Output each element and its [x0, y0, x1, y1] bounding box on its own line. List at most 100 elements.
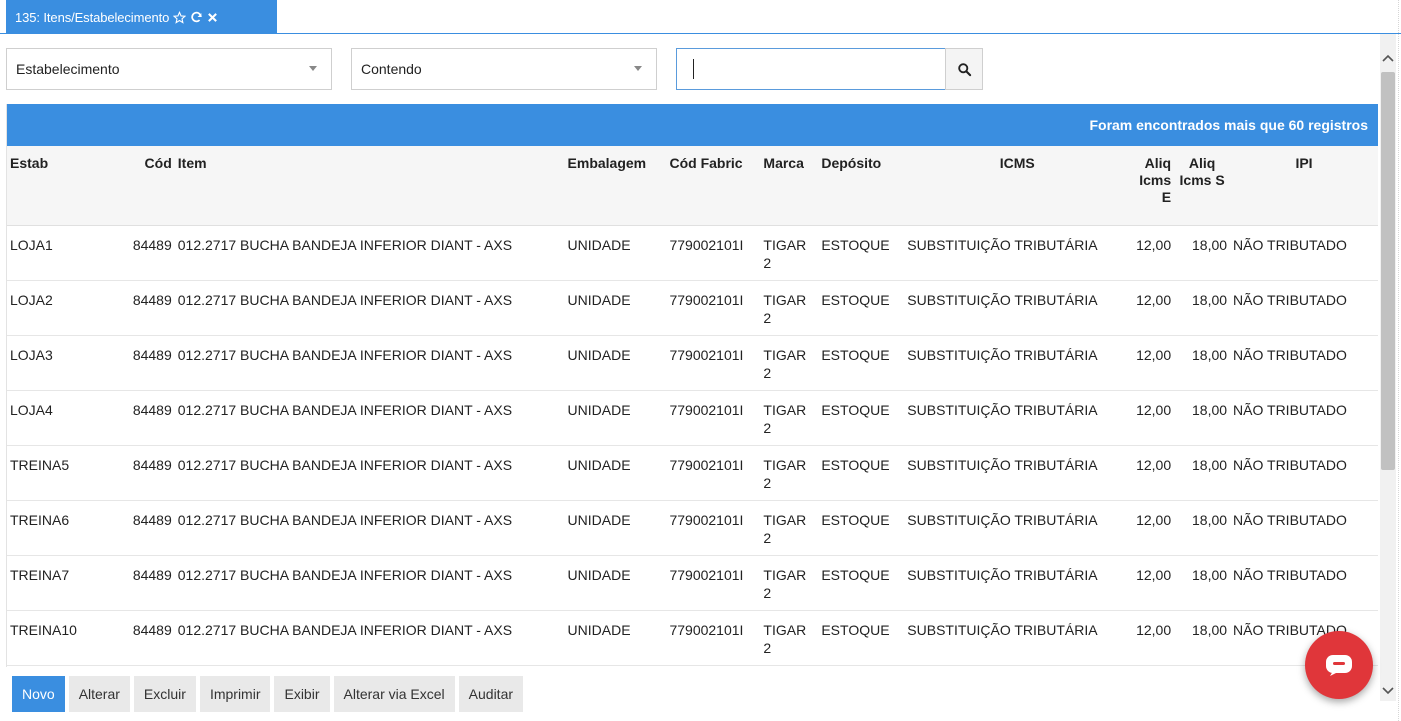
cell-deposito: ESTOQUE	[818, 610, 905, 666]
action-toolbar: Novo Alterar Excluir Imprimir Exibir Alt…	[12, 676, 524, 712]
excluir-button[interactable]: Excluir	[133, 676, 196, 712]
novo-button[interactable]: Novo	[12, 676, 65, 712]
cell-ipi: NÃO TRIBUTADO	[1230, 445, 1378, 501]
col-header-embalagem[interactable]: Embalagem	[564, 146, 667, 226]
cell-aliq-e: 12,00	[1130, 500, 1175, 556]
cell-marca: TIGAR 2	[760, 555, 819, 611]
col-header-aliq-e[interactable]: Aliq Icms E	[1130, 146, 1175, 226]
refresh-icon[interactable]	[190, 11, 203, 24]
cell-icms: SUBSTITUIÇÃO TRIBUTÁRIA	[904, 555, 1131, 611]
alterar-button[interactable]: Alterar	[68, 676, 130, 712]
cell-cod-fabric: 779002101I	[666, 445, 761, 501]
cell-aliq-s: 18,00	[1174, 280, 1231, 336]
cell-cod: 84489	[116, 500, 175, 556]
scrollbar-thumb[interactable]	[1381, 72, 1395, 470]
cell-aliq-e: 12,00	[1130, 390, 1175, 446]
col-header-ipi[interactable]: IPI	[1230, 146, 1378, 226]
cell-item: 012.2717 BUCHA BANDEJA INFERIOR DIANT - …	[174, 225, 565, 281]
text-cursor	[693, 59, 694, 79]
tab-strip: 135: Itens/Estabelecimento	[0, 0, 1401, 34]
table-row[interactable]: LOJA2 84489 012.2717 BUCHA BANDEJA INFERIO…	[7, 280, 1378, 336]
cell-icms: SUBSTITUIÇÃO TRIBUTÁRIA	[904, 445, 1131, 501]
table-row[interactable]: TREINA7 84489 012.2717 BUCHA BANDEJA INFER…	[7, 555, 1378, 611]
cell-deposito: ESTOQUE	[818, 555, 905, 611]
vertical-scrollbar[interactable]	[1380, 34, 1396, 701]
table-row[interactable]: TREINA5 84489 012.2717 BUCHA BANDEJA INFER…	[7, 445, 1378, 501]
cell-icms: SUBSTITUIÇÃO TRIBUTÁRIA	[904, 390, 1131, 446]
cell-ipi: NÃO TRIBUTADO	[1230, 555, 1378, 611]
cell-embalagem: UNIDADE	[564, 445, 667, 501]
cell-marca: TIGAR 2	[760, 445, 819, 501]
cell-item: 012.2717 BUCHA BANDEJA INFERIOR DIANT - …	[174, 500, 565, 556]
cell-estab: LOJA2	[7, 280, 117, 336]
cell-estab: TREINA6	[7, 500, 117, 556]
cell-deposito: ESTOQUE	[818, 280, 905, 336]
cell-cod: 84489	[116, 225, 175, 281]
col-header-cod[interactable]: Cód	[116, 146, 175, 226]
cell-cod: 84489	[116, 335, 175, 391]
cell-aliq-s: 18,00	[1174, 225, 1231, 281]
cell-ipi: NÃO TRIBUTADO	[1230, 225, 1378, 281]
col-header-cod-fabric[interactable]: Cód Fabric	[666, 146, 761, 226]
cell-embalagem: UNIDADE	[564, 280, 667, 336]
cell-deposito: ESTOQUE	[818, 225, 905, 281]
col-header-item[interactable]: Item	[174, 146, 565, 226]
cell-marca: TIGAR 2	[760, 225, 819, 281]
chat-button[interactable]	[1305, 631, 1373, 699]
exibir-button[interactable]: Exibir	[274, 676, 330, 712]
table-row[interactable]: TREINA10 84489 012.2717 BUCHA BANDEJA INFE…	[7, 610, 1378, 666]
close-icon[interactable]	[207, 12, 218, 23]
table-row[interactable]: LOJA1 84489 012.2717 BUCHA BANDEJA INFERIO…	[7, 225, 1378, 281]
cell-item: 012.2717 BUCHA BANDEJA INFERIOR DIANT - …	[174, 445, 565, 501]
cell-marca: TIGAR 2	[760, 610, 819, 666]
col-header-marca[interactable]: Marca	[760, 146, 819, 226]
cell-aliq-e: 12,00	[1130, 445, 1175, 501]
cell-cod-fabric: 779002101I	[666, 335, 761, 391]
chevron-down-icon[interactable]	[1380, 681, 1396, 701]
cell-icms: SUBSTITUIÇÃO TRIBUTÁRIA	[904, 335, 1131, 391]
cell-marca: TIGAR 2	[760, 500, 819, 556]
table-row[interactable]: LOJA3 84489 012.2717 BUCHA BANDEJA INFERIO…	[7, 335, 1378, 391]
col-header-estab[interactable]: Estab	[7, 146, 117, 226]
cell-deposito: ESTOQUE	[818, 335, 905, 391]
imprimir-button[interactable]: Imprimir	[199, 676, 271, 712]
field-select-value: Estabelecimento	[16, 61, 120, 77]
chevron-up-icon[interactable]	[1380, 48, 1396, 68]
cell-cod: 84489	[116, 280, 175, 336]
search-button[interactable]	[945, 48, 983, 90]
tab-itens-estabelecimento[interactable]: 135: Itens/Estabelecimento	[6, 0, 277, 34]
cell-aliq-s: 18,00	[1174, 390, 1231, 446]
operator-select[interactable]: Contendo	[351, 48, 657, 90]
search-icon	[957, 62, 971, 76]
cell-ipi: NÃO TRIBUTADO	[1230, 335, 1378, 391]
cell-cod: 84489	[116, 610, 175, 666]
col-header-aliq-s[interactable]: Aliq Icms S	[1174, 146, 1231, 226]
cell-estab: TREINA7	[7, 555, 117, 611]
star-icon[interactable]	[173, 10, 187, 24]
alterar-via-excel-button[interactable]: Alterar via Excel	[333, 676, 455, 712]
table-row[interactable]: TREINA6 84489 012.2717 BUCHA BANDEJA INFER…	[7, 500, 1378, 556]
cell-embalagem: UNIDADE	[564, 225, 667, 281]
items-table: Estab Cód Item Embalagem Cód Fabric Marc…	[7, 146, 1378, 666]
cell-aliq-e: 12,00	[1130, 225, 1175, 281]
cell-embalagem: UNIDADE	[564, 335, 667, 391]
cell-embalagem: UNIDADE	[564, 610, 667, 666]
cell-estab: TREINA10	[7, 610, 117, 666]
auditar-button[interactable]: Auditar	[458, 676, 524, 712]
cell-estab: LOJA1	[7, 225, 117, 281]
cell-aliq-s: 18,00	[1174, 335, 1231, 391]
results-count-banner: Foram encontrados mais que 60 registros	[7, 104, 1378, 146]
field-select[interactable]: Estabelecimento	[6, 48, 332, 90]
cell-embalagem: UNIDADE	[564, 390, 667, 446]
cell-icms: SUBSTITUIÇÃO TRIBUTÁRIA	[904, 610, 1131, 666]
col-header-icms[interactable]: ICMS	[904, 146, 1131, 226]
cell-aliq-s: 18,00	[1174, 445, 1231, 501]
cell-ipi: NÃO TRIBUTADO	[1230, 390, 1378, 446]
col-header-deposito[interactable]: Depósito	[818, 146, 905, 226]
table-row[interactable]: LOJA4 84489 012.2717 BUCHA BANDEJA INFERIO…	[7, 390, 1378, 446]
operator-select-value: Contendo	[361, 61, 422, 77]
search-input[interactable]	[676, 48, 946, 90]
cell-marca: TIGAR 2	[760, 335, 819, 391]
results-grid: Foram encontrados mais que 60 registros …	[6, 104, 1378, 667]
cell-deposito: ESTOQUE	[818, 445, 905, 501]
